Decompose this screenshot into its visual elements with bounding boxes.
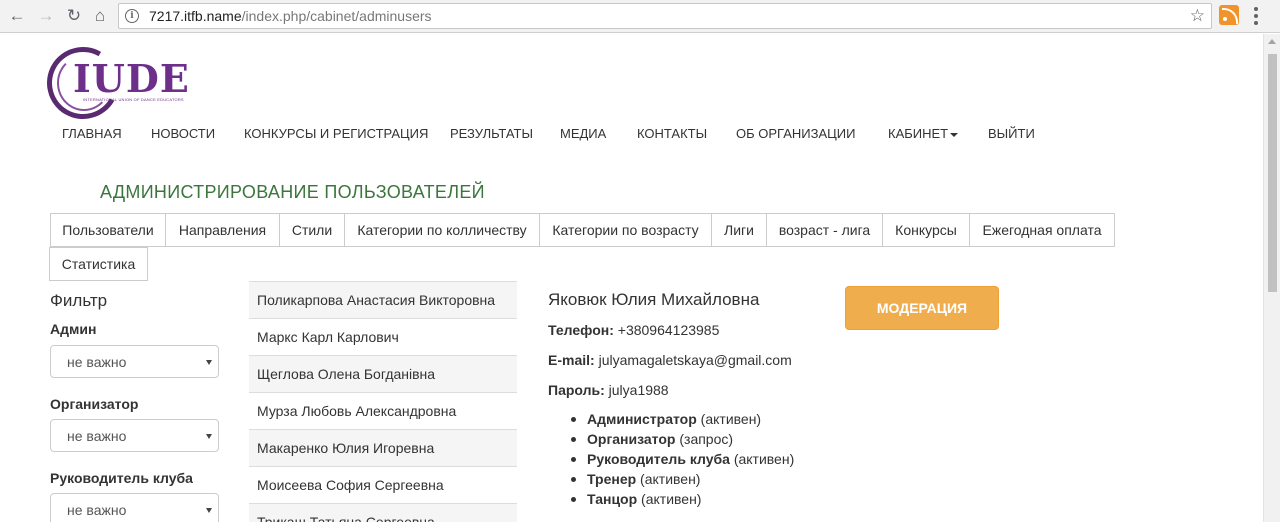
scroll-up-arrow-icon[interactable]: [1268, 39, 1276, 44]
role-status: (запрос): [679, 431, 734, 447]
tab-categories-count[interactable]: Категории по колличеству: [344, 213, 540, 247]
forward-arrow-icon[interactable]: →: [35, 5, 57, 27]
role-name: Танцор: [587, 491, 638, 507]
info-icon[interactable]: i: [125, 9, 139, 23]
reload-icon[interactable]: ↻: [63, 5, 85, 27]
browser-toolbar: ← → ↻ ⌂ i 7217.itfb.name/index.php/cabin…: [0, 0, 1280, 33]
scroll-thumb[interactable]: [1268, 54, 1277, 292]
tab-styles[interactable]: Стили: [279, 213, 345, 247]
role-name: Руководитель клуба: [587, 451, 730, 467]
filter-select-admin[interactable]: не важно: [50, 345, 219, 378]
url-text[interactable]: 7217.itfb.name/index.php/cabinet/adminus…: [149, 8, 432, 24]
filter-label-admin: Админ: [50, 321, 97, 337]
site-logo[interactable]: IUDE INTERNATIONAL UNION OF DANCE EDUCAT…: [38, 38, 189, 128]
tab-age-league[interactable]: возраст - лига: [766, 213, 883, 247]
filter-select-organizer-value: не важно: [67, 427, 127, 444]
role-status: (активен): [640, 471, 701, 487]
user-list-item[interactable]: Маркс Карл Карлович: [249, 318, 517, 355]
user-list-item[interactable]: Макаренко Юлия Игоревна: [249, 429, 517, 466]
nav-item-home[interactable]: ГЛАВНАЯ: [62, 126, 122, 141]
role-item: Танцор (активен): [570, 491, 702, 507]
moderation-button[interactable]: МОДЕРАЦИЯ: [845, 286, 999, 330]
role-name: Организатор: [587, 431, 676, 447]
role-name: Тренер: [587, 471, 637, 487]
user-phone: Телефон: +380964123985: [548, 322, 719, 338]
page-scrollbar[interactable]: [1263, 34, 1280, 522]
tab-categories-age[interactable]: Категории по возрасту: [539, 213, 712, 247]
rss-icon[interactable]: [1219, 5, 1239, 25]
phone-value: +380964123985: [617, 322, 720, 338]
tab-directions[interactable]: Направления: [165, 213, 280, 247]
nav-item-media[interactable]: МЕДИА: [560, 126, 606, 141]
filter-label-organizer: Организатор: [50, 396, 139, 412]
email-value: julyamagaletskaya@gmail.com: [598, 352, 792, 368]
logo-text: IUDE: [73, 56, 190, 101]
filter-select-club-leader[interactable]: не важно: [50, 493, 219, 522]
role-status: (активен): [641, 491, 702, 507]
caret-down-icon: [950, 132, 959, 137]
nav-item-cabinet[interactable]: КАБИНЕТ: [888, 126, 959, 141]
nav-item-about[interactable]: ОБ ОРГАНИЗАЦИИ: [736, 126, 855, 141]
role-item: Организатор (запрос): [570, 431, 734, 447]
page-title: АДМИНИСТРИРОВАНИЕ ПОЛЬЗОВАТЕЛЕЙ: [100, 182, 485, 202]
role-status: (активен): [733, 451, 795, 467]
user-list-item[interactable]: Щеглова Олена Богданівна: [249, 355, 517, 392]
address-bar[interactable]: i 7217.itfb.name/index.php/cabinet/admin…: [118, 3, 1212, 29]
nav-item-contests[interactable]: КОНКУРСЫ И РЕГИСТРАЦИЯ: [244, 126, 428, 141]
filter-label-club-leader: Руководитель клуба: [50, 470, 193, 486]
nav-item-cabinet-label: КАБИНЕТ: [888, 126, 949, 141]
user-list-item[interactable]: Поликарпова Анастасия Викторовна: [249, 281, 517, 318]
user-list-item[interactable]: Моисеева София Сергеевна: [249, 466, 517, 503]
role-status: (активен): [700, 411, 762, 427]
nav-item-news[interactable]: НОВОСТИ: [151, 126, 215, 141]
logo-subtitle: INTERNATIONAL UNION OF DANCE EDUCATORS: [83, 97, 184, 102]
tab-annual-payment[interactable]: Ежегодная оплата: [969, 213, 1115, 247]
tab-contests[interactable]: Конкурсы: [882, 213, 970, 247]
back-arrow-icon[interactable]: ←: [6, 5, 28, 27]
filter-select-organizer[interactable]: не важно: [50, 419, 219, 452]
user-email: E-mail: julyamagaletskaya@gmail.com: [548, 352, 792, 368]
nav-item-logout[interactable]: ВЫЙТИ: [988, 126, 1035, 141]
home-icon[interactable]: ⌂: [89, 5, 111, 27]
bookmark-star-icon[interactable]: ☆: [1190, 6, 1205, 26]
selected-user-name: Яковюк Юлия Михайловна: [548, 290, 760, 309]
role-item: Руководитель клуба (активен): [570, 451, 795, 467]
phone-label: Телефон:: [548, 322, 614, 338]
password-value: julya1988: [608, 382, 669, 398]
dropdown-arrow-icon: [206, 508, 212, 513]
url-path: /index.php/cabinet/adminusers: [241, 8, 432, 24]
filter-select-club-leader-value: не важно: [67, 501, 127, 518]
email-label: E-mail:: [548, 352, 595, 368]
nav-item-contacts[interactable]: КОНТАКТЫ: [637, 126, 707, 141]
tab-statistics[interactable]: Статистика: [49, 247, 148, 281]
role-item: Тренер (активен): [570, 471, 701, 487]
dropdown-arrow-icon: [206, 434, 212, 439]
filter-select-admin-value: не важно: [67, 353, 127, 370]
nav-item-results[interactable]: РЕЗУЛЬТАТЫ: [450, 126, 533, 141]
user-password: Пароль: julya1988: [548, 382, 669, 398]
browser-menu-icon[interactable]: [1254, 7, 1258, 25]
password-label: Пароль:: [548, 382, 605, 398]
tab-leagues[interactable]: Лиги: [711, 213, 767, 247]
role-item: Администратор (активен): [570, 411, 762, 427]
dropdown-arrow-icon: [206, 360, 212, 365]
role-name: Администратор: [587, 411, 697, 427]
tab-users[interactable]: Пользователи: [50, 213, 166, 247]
filter-title: Фильтр: [50, 291, 108, 310]
user-list-item[interactable]: Мурза Любовь Александровна: [249, 392, 517, 429]
user-list-item[interactable]: Трикаш Татьяна Сергеевна: [249, 503, 517, 522]
url-host: 7217.itfb.name: [149, 8, 242, 24]
